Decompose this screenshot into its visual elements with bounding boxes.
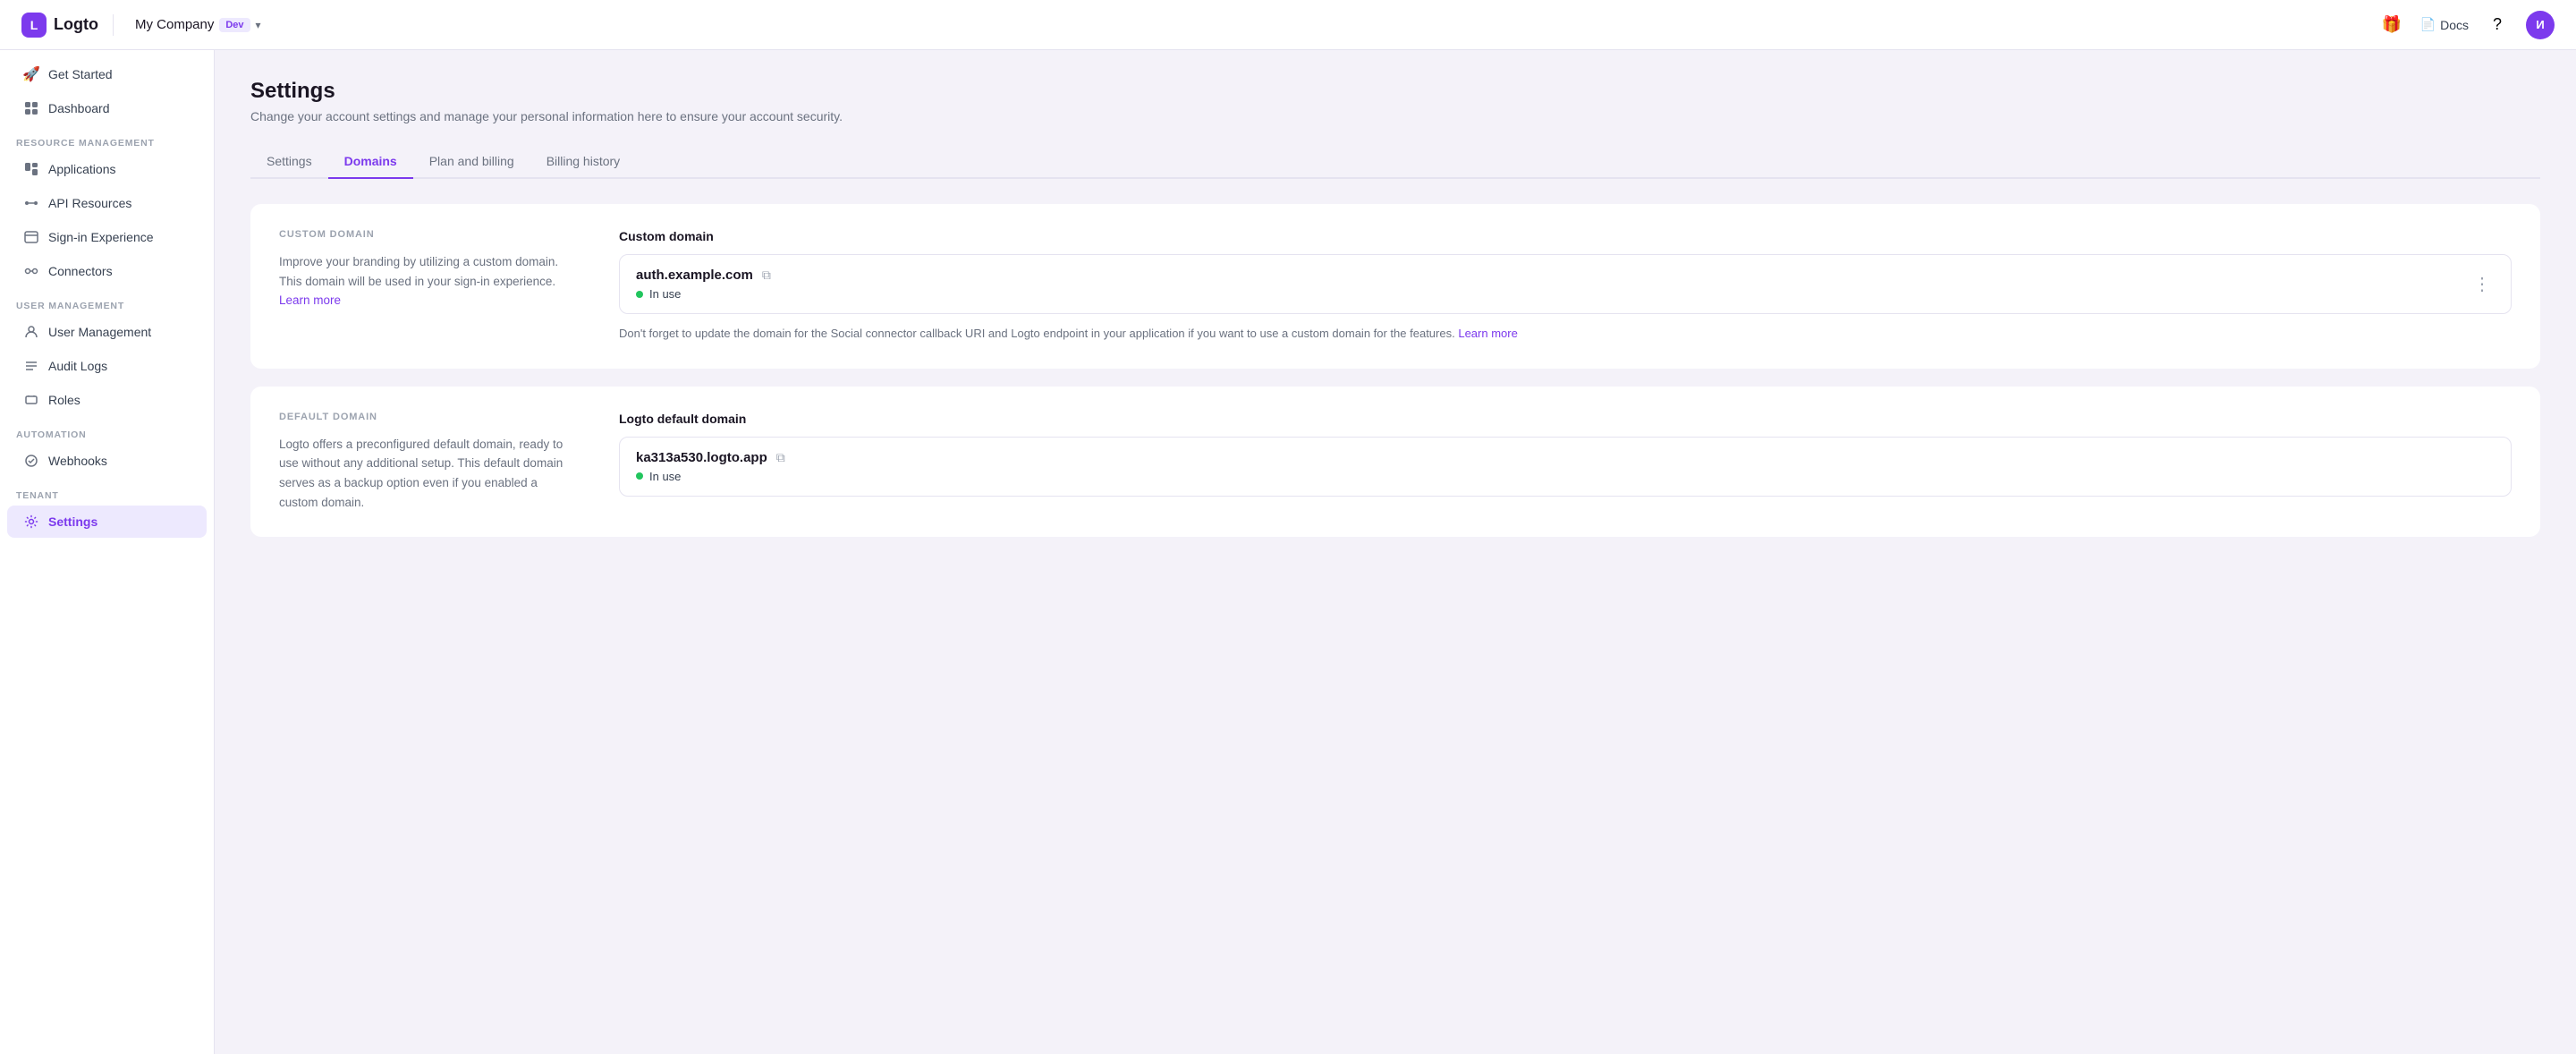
rocket-icon: 🚀 bbox=[23, 66, 39, 82]
sidebar-section-user-management: USER MANAGEMENT bbox=[0, 288, 214, 315]
company-selector[interactable]: My Company Dev ▾ bbox=[128, 13, 268, 36]
topnav: L Logto My Company Dev ▾ 🎁 📄 Docs ? И bbox=[0, 0, 2576, 50]
tab-domains[interactable]: Domains bbox=[328, 145, 413, 179]
custom-domain-learn-more[interactable]: Learn more bbox=[279, 293, 341, 307]
custom-domain-note: Don't forget to update the domain for th… bbox=[619, 325, 2512, 344]
default-domain-name-row: ka313a530.logto.app ⧉ bbox=[636, 450, 785, 465]
default-domain-right: Logto default domain ka313a530.logto.app… bbox=[619, 412, 2512, 512]
sidebar-item-settings[interactable]: Settings bbox=[7, 506, 207, 538]
default-domain-info: ka313a530.logto.app ⧉ In use bbox=[636, 450, 785, 483]
page-subtitle: Change your account settings and manage … bbox=[250, 109, 2540, 123]
sidebar-section-tenant: TENANT bbox=[0, 478, 214, 505]
custom-domain-status: In use bbox=[649, 287, 681, 301]
signin-icon bbox=[23, 229, 39, 245]
topnav-right: 🎁 📄 Docs ? И bbox=[2377, 11, 2555, 39]
custom-domain-name-row: auth.example.com ⧉ bbox=[636, 268, 771, 283]
docs-link[interactable]: 📄 Docs bbox=[2420, 17, 2469, 32]
copy-default-icon[interactable]: ⧉ bbox=[776, 450, 785, 465]
sidebar-label-signin-experience: Sign-in Experience bbox=[48, 230, 154, 244]
dashboard-icon bbox=[23, 100, 39, 116]
settings-tabs: Settings Domains Plan and billing Billin… bbox=[250, 145, 2540, 179]
sidebar-item-connectors[interactable]: Connectors bbox=[7, 255, 207, 287]
sidebar-item-webhooks[interactable]: Webhooks bbox=[7, 445, 207, 477]
api-resources-icon bbox=[23, 195, 39, 211]
default-domain-card: DEFAULT DOMAIN Logto offers a preconfigu… bbox=[250, 387, 2540, 537]
sidebar-label-user-management: User Management bbox=[48, 325, 151, 339]
sidebar-item-api-resources[interactable]: API Resources bbox=[7, 187, 207, 219]
docs-label: Docs bbox=[2440, 18, 2469, 32]
custom-domain-info: auth.example.com ⧉ In use bbox=[636, 268, 771, 301]
sidebar-item-audit-logs[interactable]: Audit Logs bbox=[7, 350, 207, 382]
default-domain-box: ka313a530.logto.app ⧉ In use bbox=[619, 437, 2512, 497]
tab-billing-history[interactable]: Billing history bbox=[530, 145, 636, 179]
chevron-down-icon: ▾ bbox=[256, 19, 261, 31]
default-domain-left: DEFAULT DOMAIN Logto offers a preconfigu… bbox=[279, 412, 565, 512]
gift-icon[interactable]: 🎁 bbox=[2377, 11, 2406, 39]
default-domain-name: ka313a530.logto.app bbox=[636, 450, 767, 465]
settings-icon bbox=[23, 514, 39, 530]
default-domain-status-row: In use bbox=[636, 470, 785, 483]
sidebar-label-get-started: Get Started bbox=[48, 67, 113, 81]
nav-divider bbox=[113, 14, 114, 36]
custom-domain-right: Custom domain auth.example.com ⧉ In use … bbox=[619, 229, 2512, 344]
avatar[interactable]: И bbox=[2526, 11, 2555, 39]
sidebar-section-resource-management: RESOURCE MANAGEMENT bbox=[0, 125, 214, 152]
sidebar-item-applications[interactable]: Applications bbox=[7, 153, 207, 185]
sidebar-label-connectors: Connectors bbox=[48, 264, 113, 278]
sidebar-item-user-management[interactable]: User Management bbox=[7, 316, 207, 348]
custom-domain-description: Improve your branding by utilizing a cus… bbox=[279, 252, 565, 310]
sidebar-label-settings: Settings bbox=[48, 514, 97, 529]
help-icon[interactable]: ? bbox=[2483, 11, 2512, 39]
sidebar-label-audit-logs: Audit Logs bbox=[48, 359, 107, 373]
custom-domain-name: auth.example.com bbox=[636, 268, 753, 283]
sidebar-label-applications: Applications bbox=[48, 162, 116, 176]
custom-domain-card: CUSTOM DOMAIN Improve your branding by u… bbox=[250, 204, 2540, 369]
sidebar-item-get-started[interactable]: 🚀 Get Started bbox=[7, 58, 207, 90]
default-domain-status: In use bbox=[649, 470, 681, 483]
dev-badge: Dev bbox=[219, 18, 250, 32]
main-content: Settings Change your account settings an… bbox=[215, 50, 2576, 1054]
custom-domain-right-label: Custom domain bbox=[619, 229, 2512, 243]
default-domain-section-label: DEFAULT DOMAIN bbox=[279, 412, 565, 422]
more-options-icon[interactable]: ⋮ bbox=[2470, 269, 2495, 299]
logo-icon: L bbox=[21, 13, 47, 38]
sidebar-item-dashboard[interactable]: Dashboard bbox=[7, 92, 207, 124]
custom-domain-box: auth.example.com ⧉ In use ⋮ bbox=[619, 254, 2512, 314]
tab-plan-billing[interactable]: Plan and billing bbox=[413, 145, 530, 179]
sidebar-label-webhooks: Webhooks bbox=[48, 454, 107, 468]
sidebar-item-roles[interactable]: Roles bbox=[7, 384, 207, 416]
sidebar-item-signin-experience[interactable]: Sign-in Experience bbox=[7, 221, 207, 253]
audit-logs-icon bbox=[23, 358, 39, 374]
sidebar: 🚀 Get Started Dashboard RESOURCE MANAGEM… bbox=[0, 50, 215, 1054]
sidebar-section-automation: AUTOMATION bbox=[0, 417, 214, 444]
logo-label: Logto bbox=[54, 15, 98, 34]
company-name: My Company bbox=[135, 17, 214, 32]
roles-icon bbox=[23, 392, 39, 408]
page-title: Settings bbox=[250, 79, 2540, 104]
default-status-dot bbox=[636, 472, 643, 480]
default-domain-description: Logto offers a preconfigured default dom… bbox=[279, 435, 565, 512]
applications-icon bbox=[23, 161, 39, 177]
webhooks-icon bbox=[23, 453, 39, 469]
user-management-icon bbox=[23, 324, 39, 340]
domain-note-learn-more[interactable]: Learn more bbox=[1458, 327, 1517, 340]
custom-domain-status-row: In use bbox=[636, 287, 771, 301]
default-domain-right-label: Logto default domain bbox=[619, 412, 2512, 426]
custom-domain-section-label: CUSTOM DOMAIN bbox=[279, 229, 565, 240]
tab-settings[interactable]: Settings bbox=[250, 145, 328, 179]
copy-icon[interactable]: ⧉ bbox=[762, 268, 771, 283]
sidebar-label-dashboard: Dashboard bbox=[48, 101, 110, 115]
custom-domain-left: CUSTOM DOMAIN Improve your branding by u… bbox=[279, 229, 565, 344]
sidebar-label-roles: Roles bbox=[48, 393, 80, 407]
logo: L Logto bbox=[21, 13, 98, 38]
status-dot-active bbox=[636, 291, 643, 298]
layout: 🚀 Get Started Dashboard RESOURCE MANAGEM… bbox=[0, 50, 2576, 1054]
docs-icon: 📄 bbox=[2420, 17, 2436, 32]
sidebar-label-api-resources: API Resources bbox=[48, 196, 131, 210]
connectors-icon bbox=[23, 263, 39, 279]
